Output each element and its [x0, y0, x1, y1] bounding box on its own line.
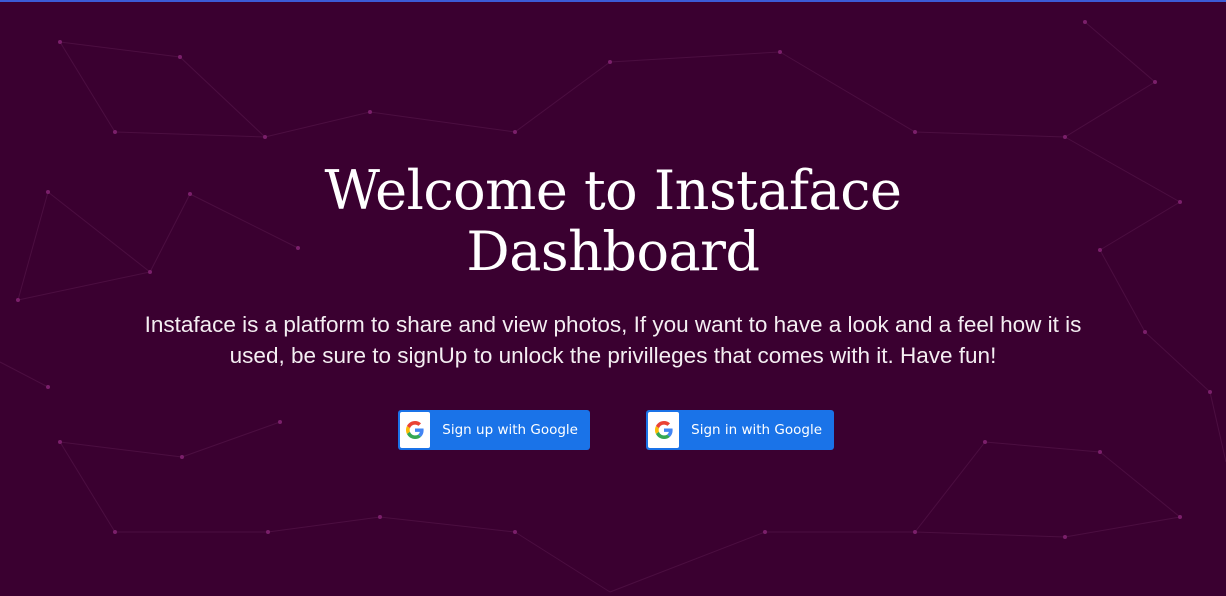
google-signin-label: Sign in with Google: [691, 422, 822, 438]
google-signup-button[interactable]: Sign up with Google: [398, 410, 590, 450]
google-g-icon: [648, 412, 680, 448]
google-g-icon: [400, 412, 431, 448]
page-title: Welcome to Instaface Dashboard: [324, 159, 902, 283]
google-signup-label: Sign up with Google: [442, 422, 578, 438]
background-network-pattern: [0, 20, 1226, 593]
google-signin-button[interactable]: Sign in with Google: [646, 410, 834, 450]
tagline: Instaface is a platform to share and vie…: [144, 312, 1082, 368]
